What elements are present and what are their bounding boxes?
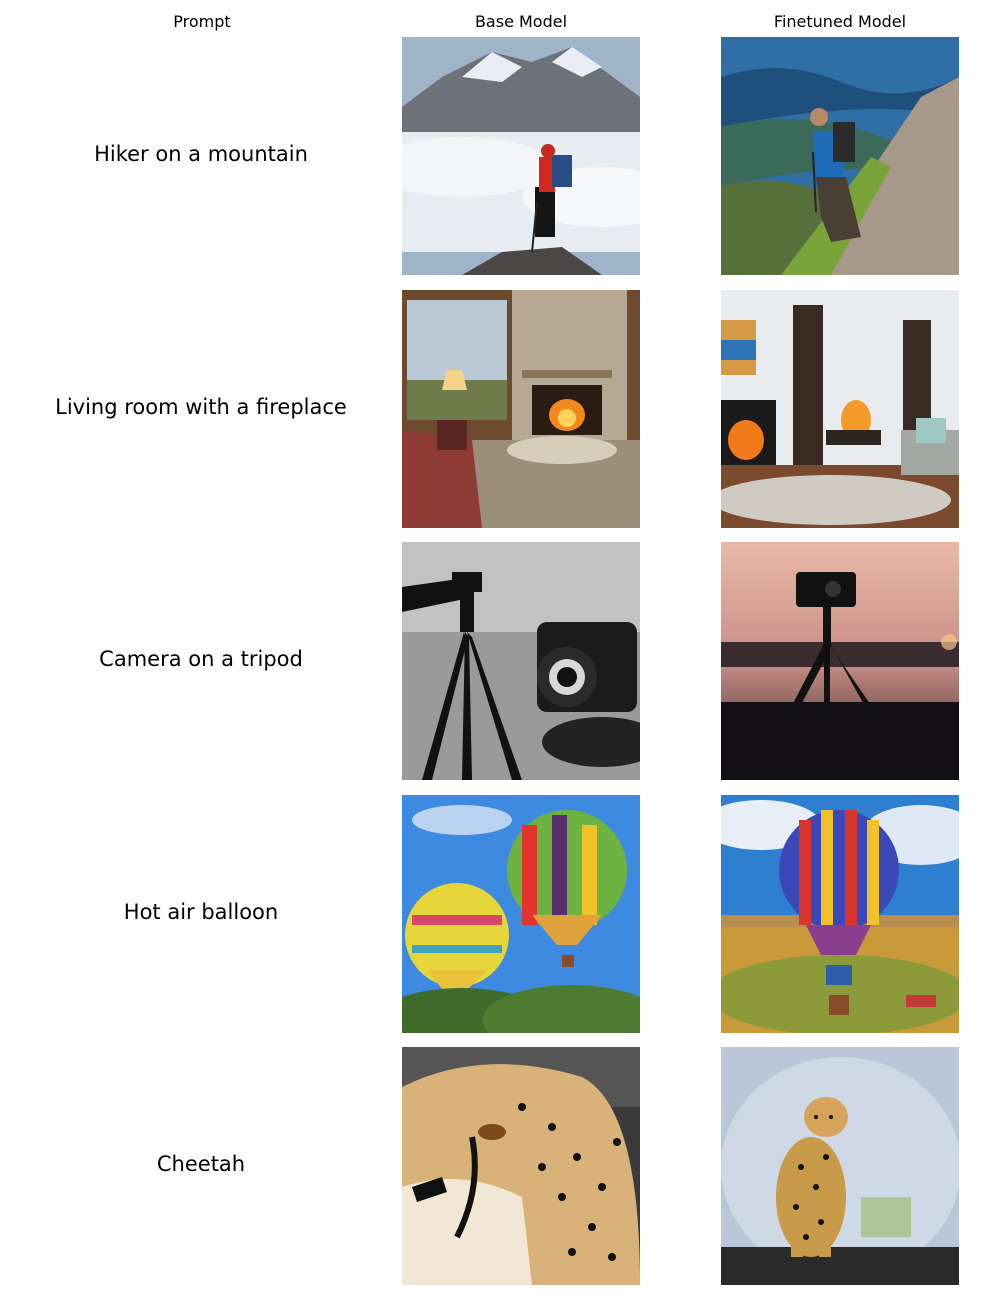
prompt-label: Cheetah [156,1152,246,1176]
living-room-base-image [402,290,640,528]
hot-air-balloon-base-image [402,795,640,1033]
camera-tripod-base-image [402,542,640,780]
camera-tripod-finetuned-image [721,542,959,780]
hiker-mountain-finetuned-image [721,37,959,275]
prompt-label: Hiker on a mountain [94,142,308,166]
hiker-mountain-base-image [402,37,640,275]
column-header-base-model: Base Model [474,12,568,31]
prompt-label: Hot air balloon [123,900,279,924]
prompt-label: Living room with a fireplace [55,395,347,419]
hot-air-balloon-finetuned-image [721,795,959,1033]
column-header-finetuned-model: Finetuned Model [773,12,907,31]
cheetah-base-image [402,1047,640,1285]
prompt-label: Camera on a tripod [99,647,303,671]
cheetah-finetuned-image [721,1047,959,1285]
living-room-finetuned-image [721,290,959,528]
column-header-prompt: Prompt [173,12,231,31]
